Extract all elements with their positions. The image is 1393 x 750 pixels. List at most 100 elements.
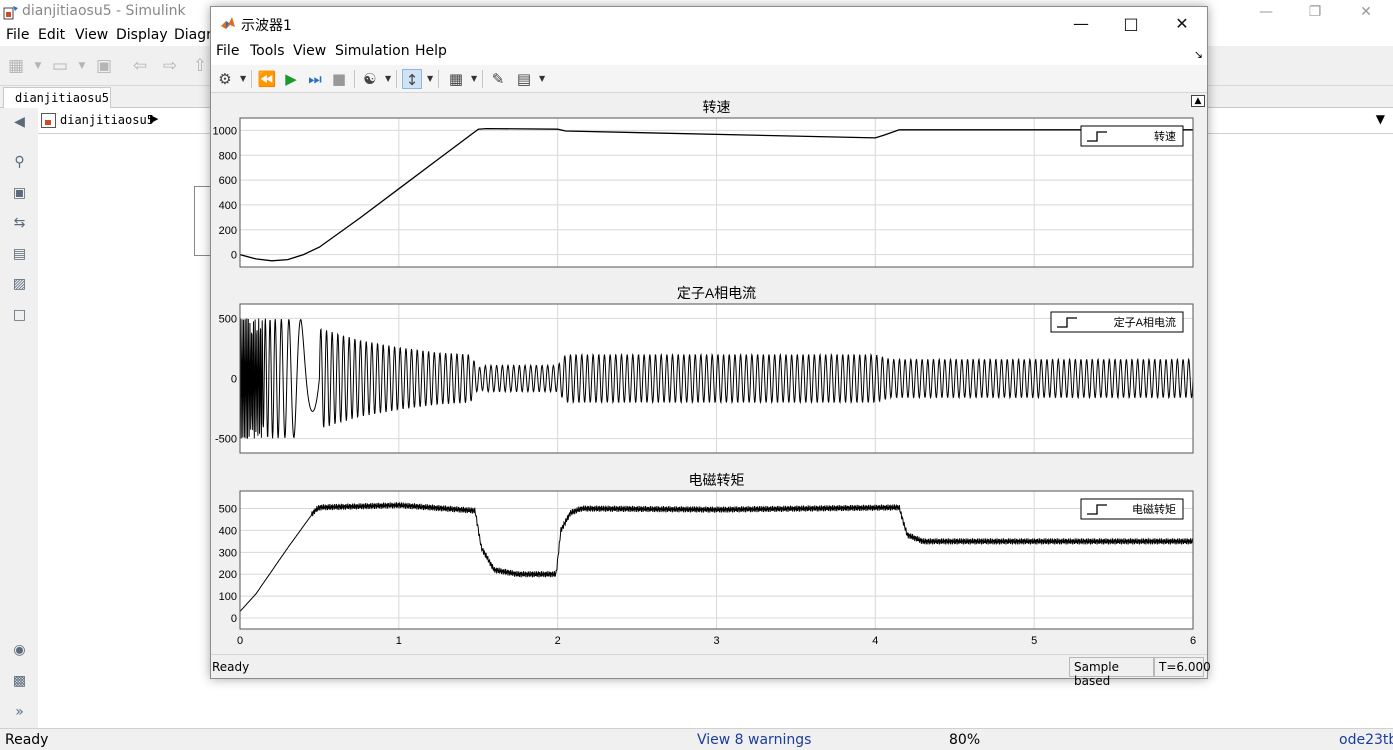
toolbar-separator <box>354 70 355 88</box>
forward-icon[interactable]: ⇨ <box>160 56 180 76</box>
y-tick-label: 100 <box>219 591 237 603</box>
breadcrumb-arrow-icon[interactable]: ▶ <box>150 112 158 125</box>
y-tick-label: 800 <box>219 150 237 162</box>
y-tick-label: 400 <box>219 200 237 212</box>
up-icon[interactable]: ⇧ <box>190 56 210 76</box>
stop-icon[interactable]: ■ <box>329 69 349 89</box>
toolbar-separator <box>396 70 397 88</box>
new-dropdown-icon[interactable]: ▼ <box>28 56 48 76</box>
chart-title: 转速 <box>703 99 731 115</box>
address-dropdown-icon[interactable]: ▼ <box>1376 112 1385 126</box>
scale-axes-icon[interactable]: ▦ <box>446 69 466 89</box>
scope-maximize-icon[interactable]: □ <box>1108 7 1154 40</box>
warnings-link[interactable]: View 8 warnings <box>697 732 811 748</box>
highlight-dropdown-icon[interactable]: ▼ <box>385 74 391 83</box>
y-tick-label: 500 <box>219 313 237 325</box>
camera-icon[interactable]: ◉ <box>10 641 29 660</box>
breadcrumb[interactable]: dianjitiaosu5 <box>60 113 154 127</box>
report-icon[interactable]: ▩ <box>10 672 29 691</box>
new-model-icon[interactable]: ▦ <box>6 56 26 76</box>
solver-link[interactable]: ode23tb <box>1339 732 1393 748</box>
zoom-icon[interactable]: ⚲ <box>10 153 29 172</box>
fit-view-icon[interactable]: ▣ <box>10 184 29 203</box>
scope-minimize-icon[interactable]: — <box>1058 7 1104 40</box>
step-back-icon[interactable]: ⏪ <box>257 69 277 89</box>
zoom-dropdown-icon[interactable]: ▼ <box>427 74 433 83</box>
scope-titlebar: 示波器1 — □ ✕ <box>211 7 1207 40</box>
image-icon[interactable]: ▨ <box>10 275 29 294</box>
scope-menu-view[interactable]: View <box>293 43 326 59</box>
simulink-statusbar: Ready View 8 warnings 80% ode23tb <box>0 728 1393 750</box>
run-icon[interactable]: ▶ <box>281 69 301 89</box>
scope-plots[interactable]: 转速02004006008001000 转速定子A相电流-5000500 定子A相电… <box>211 93 1207 654</box>
zoom-tool-icon[interactable]: ↕ <box>402 69 422 89</box>
y-tick-label: 300 <box>219 547 237 559</box>
style-icon[interactable]: ▤ <box>514 69 534 89</box>
legend-label: 定子A相电流 <box>1114 315 1176 329</box>
arrows-icon[interactable]: ⇆ <box>10 214 29 233</box>
legend-label: 转速 <box>1154 129 1176 143</box>
minimize-icon[interactable]: — <box>1243 0 1289 24</box>
simulink-app-icon <box>3 6 18 20</box>
y-tick-label: 500 <box>219 504 237 516</box>
scope-statusbar: Ready Sample based T=6.000 <box>211 654 1211 688</box>
menu-view[interactable]: View <box>75 27 108 43</box>
open-dropdown-icon[interactable]: ▼ <box>72 56 92 76</box>
annotation-icon[interactable]: ▤ <box>10 245 29 264</box>
scope-toolbar: ⚙ ▼ ⏪ ▶ ⏭ ■ ☯ ▼ ↕ ▼ ▦ ▼ ✎ ▤ ▼ <box>211 65 1207 93</box>
x-tick-label: 0 <box>237 635 243 647</box>
x-tick-label: 3 <box>713 635 719 647</box>
y-tick-label: 400 <box>219 525 237 537</box>
x-tick-label: 4 <box>872 635 878 647</box>
scale-dropdown-icon[interactable]: ▼ <box>471 74 477 83</box>
y-tick-label: 0 <box>231 613 237 625</box>
back-icon[interactable]: ⇦ <box>130 56 150 76</box>
model-tab[interactable]: dianjitiaosu5 <box>3 87 111 108</box>
model-icon <box>41 113 56 128</box>
settings-dropdown-icon[interactable]: ▼ <box>240 74 246 83</box>
y-tick-label: -500 <box>215 434 237 446</box>
y-tick-label: 1000 <box>213 125 237 137</box>
chart-title: 定子A相电流 <box>677 285 756 301</box>
menu-file[interactable]: File <box>6 27 29 43</box>
toolbar-separator <box>482 70 483 88</box>
save-icon[interactable]: ▣ <box>94 56 114 76</box>
hide-browser-icon[interactable]: ◀ <box>10 113 29 132</box>
simulink-palette: ◀ ⚲ ▣ ⇆ ▤ ▨ □ ◉ ▩ » <box>0 108 38 728</box>
close-icon[interactable]: ✕ <box>1343 0 1389 24</box>
dock-icon[interactable]: ↘ <box>1194 48 1203 61</box>
scope-plot-area: ▲ 转速 0 200 400 600 800 1000 转速 定子A相电流 -500 0 500 定子A… <box>211 93 1207 654</box>
matlab-icon <box>221 17 235 29</box>
chart-title: 电磁转矩 <box>689 472 745 488</box>
measurements-icon[interactable]: ✎ <box>488 69 508 89</box>
area-icon[interactable]: □ <box>10 306 29 325</box>
open-folder-icon[interactable]: ▭ <box>50 56 70 76</box>
legend-label: 电磁转矩 <box>1132 502 1176 516</box>
scope-menu-help[interactable]: Help <box>415 43 447 59</box>
scope-menu-simulation[interactable]: Simulation <box>335 43 410 59</box>
highlight-block-icon[interactable]: ☯ <box>360 69 380 89</box>
y-tick-label: 0 <box>231 374 237 386</box>
sample-mode: Sample based <box>1069 657 1154 688</box>
scope-close-icon[interactable]: ✕ <box>1159 7 1205 40</box>
scope-menu-file[interactable]: File <box>216 43 239 59</box>
scope-window-title: 示波器1 <box>241 18 292 34</box>
simulink-window-title: dianjitiaosu5 - Simulink <box>22 3 186 19</box>
simulink-status-ready: Ready <box>5 732 49 748</box>
expand-icon[interactable]: » <box>10 703 29 722</box>
scope-menu-tools[interactable]: Tools <box>250 43 285 59</box>
restore-icon[interactable]: ❐ <box>1292 0 1338 24</box>
step-forward-icon[interactable]: ⏭ <box>305 69 325 89</box>
y-tick-label: 200 <box>219 569 237 581</box>
scope-window: 示波器1 — □ ✕ File Tools View Simulation He… <box>210 6 1211 688</box>
menu-display[interactable]: Display <box>116 27 168 43</box>
menu-edit[interactable]: Edit <box>38 27 65 43</box>
y-tick-label: 0 <box>231 250 237 262</box>
undock-axes-icon[interactable]: ▲ <box>1191 95 1205 107</box>
zoom-level: 80% <box>949 732 981 748</box>
style-dropdown-icon[interactable]: ▼ <box>539 74 545 83</box>
x-tick-label: 5 <box>1031 635 1037 647</box>
sim-time: T=6.000 <box>1154 657 1211 677</box>
settings-gear-icon[interactable]: ⚙ <box>215 69 235 89</box>
scope-menubar: File Tools View Simulation Help ↘ <box>211 40 1207 65</box>
